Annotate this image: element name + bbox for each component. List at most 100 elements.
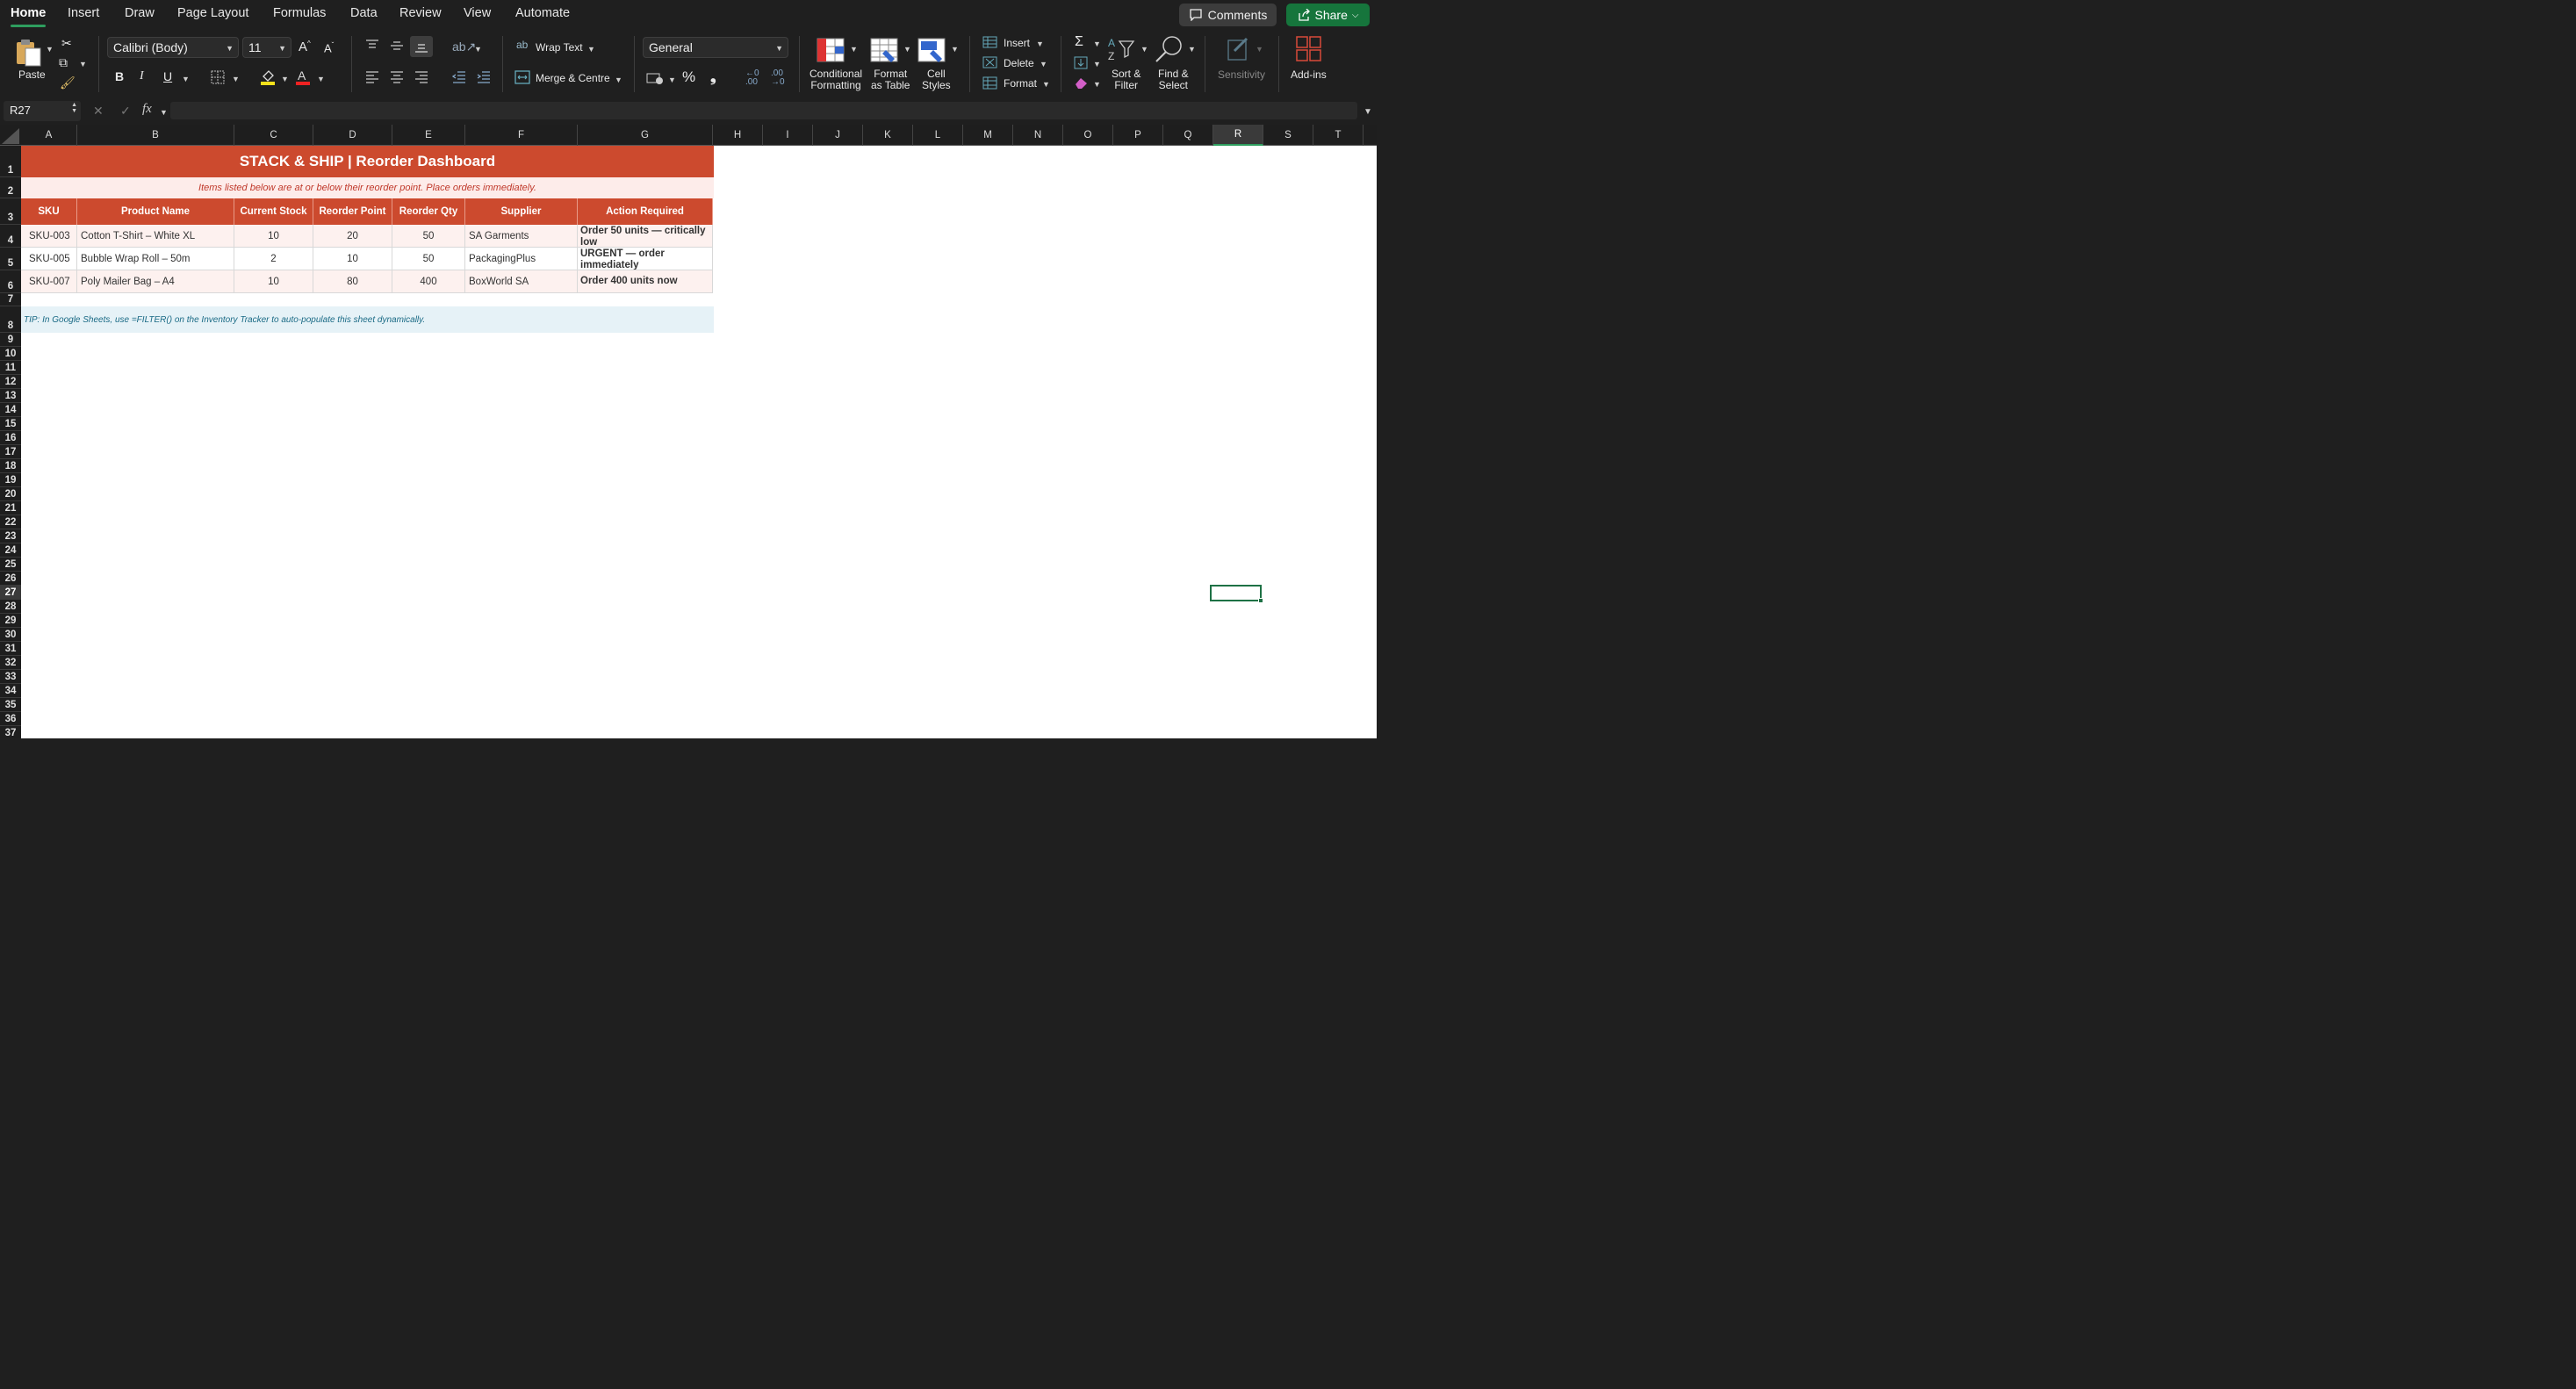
accounting-dropdown-icon[interactable]: ▼ [668,76,676,84]
orientation-dropdown-icon[interactable]: ▼ [474,45,482,54]
fill-color-icon[interactable] [260,68,276,85]
font-name-dropdown[interactable]: Calibri (Body) ▼ [107,37,239,58]
increase-decimal-icon[interactable]: ←0.00 [745,69,759,87]
tab-insert[interactable]: Insert [68,6,99,20]
table-header-cell[interactable]: Reorder Qty [392,198,465,225]
spreadsheet-grid[interactable]: ABCDEFGHIJKLMNOPQRST 1 2 3 4 5 6 7 8 9 10 11 12 13 14… [0,125,1377,742]
table-cell[interactable]: 10 [234,270,313,293]
insert-dropdown-icon[interactable]: ▼ [1036,40,1044,48]
dashboard-subtitle[interactable]: Items listed below are at or below their… [21,177,714,198]
cell-styles-icon[interactable] [917,38,947,64]
row-header-26[interactable]: 26 [0,572,21,586]
row-header-29[interactable]: 29 [0,614,21,628]
table-cell[interactable]: BoxWorld SA [465,270,578,293]
row-header-4[interactable]: 4 [0,225,21,248]
column-header-d[interactable]: D [313,125,392,146]
row-header-34[interactable]: 34 [0,684,21,698]
comments-button[interactable]: Comments [1179,4,1277,26]
align-middle-icon[interactable] [390,40,404,52]
font-color-icon[interactable]: A [295,68,311,85]
table-cell[interactable]: SKU-003 [21,225,77,248]
table-cell[interactable]: 10 [234,225,313,248]
conditional-formatting-icon[interactable] [817,38,846,64]
column-header-l[interactable]: L [913,125,963,146]
delete-cells-button[interactable]: Delete [1004,57,1034,69]
row-header-19[interactable]: 19 [0,473,21,487]
delete-cells-icon[interactable] [982,56,997,68]
paste-button[interactable] [14,38,44,72]
column-header-o[interactable]: O [1063,125,1113,146]
increase-font-size-icon[interactable]: A^ [299,40,311,54]
function-dropdown-icon[interactable]: ▼ [160,108,168,117]
table-cell[interactable]: 80 [313,270,392,293]
column-header-g[interactable]: G [578,125,713,146]
column-header-a[interactable]: A [21,125,77,146]
column-header-q[interactable]: Q [1163,125,1213,146]
table-cell[interactable]: Order 400 units now [578,270,713,293]
column-header-e[interactable]: E [392,125,465,146]
cell-styles-dropdown-icon[interactable]: ▼ [951,45,959,54]
align-center-icon[interactable] [390,71,404,83]
table-cell[interactable]: 20 [313,225,392,248]
row-header-33[interactable]: 33 [0,670,21,684]
align-top-icon[interactable] [365,40,379,52]
table-cell[interactable]: 10 [313,248,392,270]
row-header-36[interactable]: 36 [0,712,21,726]
row-header-18[interactable]: 18 [0,459,21,473]
column-header-r[interactable]: R [1213,125,1263,146]
table-cell[interactable]: 2 [234,248,313,270]
decrease-decimal-icon[interactable]: .00 →0 [771,69,785,87]
column-header-m[interactable]: M [963,125,1013,146]
table-header-cell[interactable]: Product Name [77,198,234,225]
column-header-i[interactable]: I [763,125,813,146]
add-ins-icon[interactable] [1295,35,1322,62]
insert-cells-button[interactable]: Insert [1004,37,1030,49]
table-header-cell[interactable]: Reorder Point [313,198,392,225]
table-cell[interactable]: 400 [392,270,465,293]
table-header-cell[interactable]: SKU [21,198,77,225]
table-cell[interactable]: Bubble Wrap Roll – 50m [77,248,234,270]
wrap-text-button[interactable]: Wrap Text [536,41,583,54]
formula-input[interactable] [170,102,1357,119]
name-box-stepper-icon[interactable]: ▲ ▼ [71,102,77,114]
tab-formulas[interactable]: Formulas [273,6,326,20]
merge-centre-icon[interactable] [514,70,530,84]
align-right-icon[interactable] [414,71,428,83]
row-header-11[interactable]: 11 [0,361,21,375]
row-header-31[interactable]: 31 [0,642,21,656]
row-header-27[interactable]: 27 [0,586,21,600]
column-header-n[interactable]: N [1013,125,1063,146]
table-header-cell[interactable]: Action Required [578,198,713,225]
align-bottom-button[interactable] [410,36,433,57]
autosum-icon[interactable]: Σ [1075,34,1083,50]
row-header-12[interactable]: 12 [0,375,21,389]
fill-handle[interactable] [1258,598,1263,603]
copy-dropdown-icon[interactable]: ▼ [79,60,87,68]
tab-automate[interactable]: Automate [515,6,570,20]
row-header-20[interactable]: 20 [0,487,21,501]
sort-filter-dropdown-icon[interactable]: ▼ [1140,45,1148,54]
column-header-p[interactable]: P [1113,125,1163,146]
tab-view[interactable]: View [464,6,491,20]
column-header-h[interactable]: H [713,125,763,146]
number-format-dropdown[interactable]: General ▼ [643,37,788,58]
merge-dropdown-icon[interactable]: ▼ [615,76,622,84]
expand-formula-bar-icon[interactable]: ▼ [1364,107,1372,117]
row-header-10[interactable]: 10 [0,347,21,361]
clear-dropdown-icon[interactable]: ▼ [1093,80,1101,89]
merge-centre-button[interactable]: Merge & Centre [536,72,610,84]
clear-icon[interactable] [1074,76,1089,90]
row-header-1[interactable]: 1 [0,146,21,177]
row-header-8[interactable]: 8 [0,306,21,333]
format-cells-button[interactable]: Format [1004,77,1037,90]
decrease-indent-icon[interactable] [452,71,466,83]
row-header-2[interactable]: 2 [0,177,21,198]
tab-page-layout[interactable]: Page Layout [177,6,248,20]
table-cell[interactable]: Cotton T-Shirt – White XL [77,225,234,248]
decrease-font-size-icon[interactable]: Aˇ [324,41,334,54]
name-box[interactable]: R27 ▲ ▼ [4,101,81,121]
column-header-k[interactable]: K [863,125,913,146]
copy-icon[interactable]: ⧉ [59,55,68,70]
row-header-22[interactable]: 22 [0,515,21,529]
row-header-28[interactable]: 28 [0,600,21,614]
